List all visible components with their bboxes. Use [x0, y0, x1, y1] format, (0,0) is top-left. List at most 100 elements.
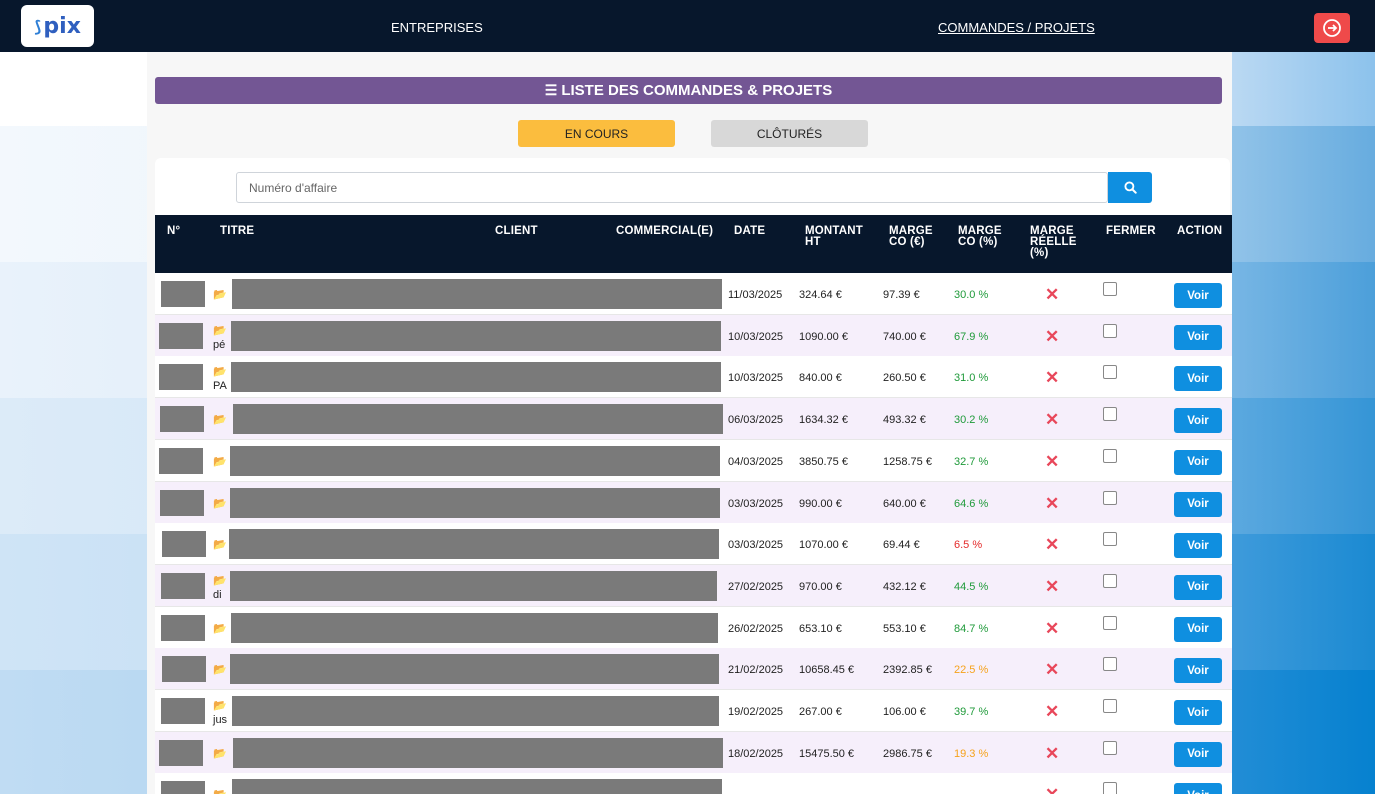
fermer-checkbox[interactable]	[1103, 532, 1117, 547]
x-mark-icon: ✕	[1045, 660, 1060, 680]
tab-clotures[interactable]: CLÔTURÉS	[711, 120, 868, 147]
folder-open-icon[interactable]: 📂	[213, 622, 227, 635]
title-fragment: di	[213, 588, 222, 601]
table-row: 📂 PA 10/03/2025 840.00 € 260.50 € 31.0 % ✕ Voir	[155, 356, 1232, 399]
folder-open-icon[interactable]: 📂	[213, 413, 227, 426]
voir-button[interactable]: Voir	[1174, 574, 1222, 600]
folder-open-icon[interactable]: 📂	[213, 365, 227, 378]
cell-marge-co-eur: 69.44 €	[883, 539, 920, 552]
th-montant: MONTANT HT	[805, 225, 864, 248]
folder-open-icon[interactable]: 📂	[213, 497, 227, 510]
fermer-checkbox[interactable]	[1103, 448, 1117, 463]
voir-button[interactable]: Voir	[1174, 491, 1222, 517]
folder-open-icon[interactable]: 📂	[213, 324, 227, 337]
table-header: N° TITRE CLIENT COMMERCIAL(E) DATE MONTA…	[155, 215, 1232, 273]
voir-button[interactable]: Voir	[1174, 324, 1222, 350]
redacted-number	[161, 698, 205, 724]
cell-montant-ht: 1634.32 €	[799, 414, 848, 427]
voir-button[interactable]: Voir	[1174, 783, 1222, 794]
folder-open-icon[interactable]: 📂	[213, 574, 227, 587]
fermer-checkbox[interactable]	[1103, 323, 1117, 338]
folder-open-icon[interactable]: 📂	[213, 663, 227, 676]
cell-marge-co-pct: 64.6 %	[954, 497, 989, 510]
logout-button[interactable]	[1314, 13, 1350, 43]
cell-date: 19/02/2025	[728, 706, 784, 718]
table-row: 📂 03/03/2025 1070.00 € 69.44 € 6.5 % ✕ Voir	[155, 523, 1232, 566]
search-button[interactable]	[1108, 172, 1152, 203]
title-fragment: jus	[213, 714, 228, 726]
cell-montant-ht: 653.10 €	[799, 622, 842, 635]
redacted-number	[161, 281, 205, 307]
redacted-number	[162, 656, 206, 683]
redacted-number	[162, 531, 206, 558]
tab-en-cours[interactable]: EN COURS	[518, 120, 675, 147]
cell-montant-ht: 1090.00 €	[799, 330, 848, 343]
cell-date: 21/02/2025	[728, 664, 784, 677]
cell-marge-co-pct: 30.2 %	[954, 414, 989, 427]
th-num: N°	[167, 225, 181, 237]
folder-open-icon[interactable]: 📂	[213, 455, 227, 468]
voir-button[interactable]: Voir	[1174, 366, 1222, 392]
voir-button[interactable]: Voir	[1174, 283, 1222, 308]
table-row: 📂 di 27/02/2025 970.00 € 432.12 € 44.5 % ✕ Voir	[155, 564, 1232, 607]
search-icon	[1123, 181, 1137, 194]
fermer-checkbox[interactable]	[1103, 657, 1117, 672]
nav-link-commandes[interactable]: COMMANDES / PROJETS	[938, 20, 1095, 35]
x-mark-icon: ✕	[1045, 535, 1060, 555]
folder-open-icon[interactable]: 📂	[213, 747, 227, 760]
cell-date: 10/03/2025	[728, 330, 784, 343]
fermer-checkbox[interactable]	[1103, 365, 1117, 380]
pix-logo[interactable]: ⟆ pix	[21, 5, 94, 47]
voir-button[interactable]: Voir	[1174, 741, 1222, 767]
voir-button[interactable]: Voir	[1174, 533, 1222, 559]
search-area	[155, 158, 1230, 215]
table-row: 📂 18/02/2025 15475.50 € 2986.75 € 19.3 % ✕ Voi…	[155, 731, 1232, 774]
voir-button[interactable]: Voir	[1174, 616, 1222, 642]
voir-button[interactable]: Voir	[1174, 408, 1222, 434]
cell-montant-ht: 970.00 €	[799, 580, 842, 593]
fermer-checkbox[interactable]	[1103, 615, 1117, 630]
logout-icon	[1323, 19, 1341, 37]
fermer-checkbox[interactable]	[1103, 407, 1117, 422]
cell-marge-co-eur: 493.32 €	[883, 414, 926, 427]
folder-open-icon[interactable]: 📂	[213, 788, 227, 794]
redacted-details	[231, 320, 721, 351]
redacted-details	[229, 529, 719, 560]
fermer-checkbox[interactable]	[1103, 282, 1117, 296]
th-commercial: COMMERCIAL(E)	[616, 225, 714, 237]
redacted-number	[161, 781, 205, 794]
page-title-bar: ☰ LISTE DES COMMANDES & PROJETS	[155, 77, 1222, 104]
cell-montant-ht: 10658.45 €	[799, 664, 855, 677]
list-icon: ☰	[544, 82, 558, 98]
fermer-checkbox[interactable]	[1103, 490, 1117, 505]
th-date: DATE	[734, 225, 766, 237]
cell-marge-co-pct: 22.5 %	[954, 664, 989, 677]
table-row: 📂 jus 19/02/2025 267.00 € 106.00 € 39.7 % ✕ Voi…	[155, 690, 1232, 732]
cell-montant-ht: 267.00 €	[799, 706, 842, 718]
folder-open-icon[interactable]: 📂	[213, 288, 227, 301]
fermer-checkbox[interactable]	[1103, 782, 1117, 794]
title-fragment: PA	[213, 380, 227, 393]
voir-button[interactable]: Voir	[1174, 449, 1222, 475]
voir-button[interactable]: Voir	[1174, 700, 1222, 725]
cell-marge-co-eur: 740.00 €	[883, 330, 926, 343]
fermer-checkbox[interactable]	[1103, 699, 1117, 713]
fermer-checkbox[interactable]	[1103, 573, 1117, 588]
redacted-number	[159, 739, 203, 766]
nav-link-entreprises[interactable]: ENTREPRISES	[391, 20, 483, 35]
redacted-number	[159, 364, 203, 391]
cell-marge-co-eur: 97.39 €	[883, 289, 920, 301]
fermer-checkbox[interactable]	[1103, 740, 1117, 755]
folder-open-icon[interactable]: 📂	[213, 538, 227, 551]
voir-button[interactable]: Voir	[1174, 658, 1222, 684]
redacted-details	[231, 362, 721, 393]
cell-marge-co-pct: 39.7 %	[954, 706, 989, 718]
cell-marge-co-pct: 19.3 %	[954, 747, 989, 760]
folder-open-icon[interactable]: 📂	[213, 699, 227, 712]
table-row: 📂 ✕ Voir	[155, 773, 1232, 794]
search-input[interactable]	[236, 172, 1108, 203]
redacted-number	[159, 447, 203, 474]
redacted-number	[159, 322, 203, 349]
x-mark-icon: ✕	[1045, 326, 1060, 346]
redacted-details	[233, 404, 723, 435]
